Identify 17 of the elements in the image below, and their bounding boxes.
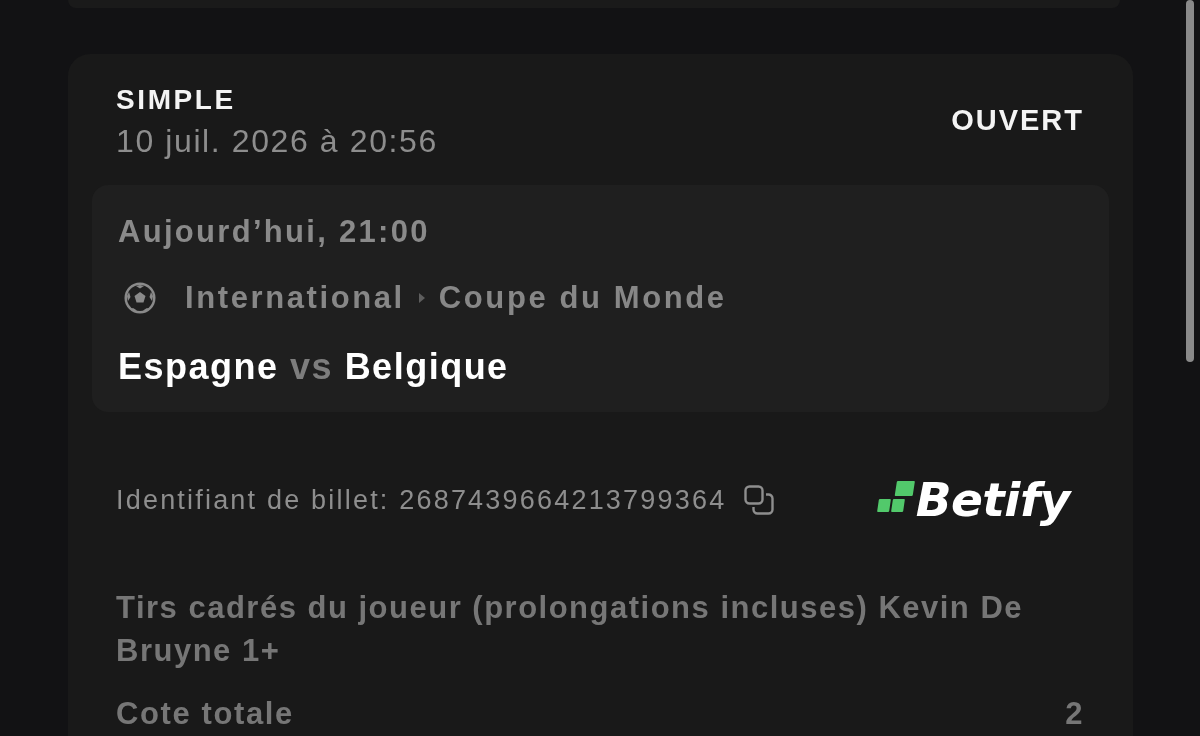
match-teams: Espagne vs Belgique xyxy=(118,345,509,389)
triangle-right-icon xyxy=(418,293,425,303)
odds-label: Cote totale xyxy=(116,695,294,733)
bet-type: SIMPLE xyxy=(116,83,236,117)
bet-selection: Tirs cadrés du joueur (prolongations incluses) Kevin De Bruyne 1+ xyxy=(115,589,1025,670)
brand-name: Betify xyxy=(915,474,1070,526)
competition-label: Coupe du Monde xyxy=(438,279,727,317)
competition-label: International xyxy=(185,279,405,317)
bet-status: OUVERT xyxy=(951,103,1084,138)
bet-date: 10 juil. 2026 à 20:56 xyxy=(116,122,438,161)
soccer-ball-icon xyxy=(123,281,157,315)
copy-icon[interactable] xyxy=(744,485,775,515)
scrollbar-thumb[interactable] xyxy=(1186,0,1194,362)
odds-value: 2 xyxy=(1065,695,1084,733)
event-time: Aujourd’hui, 21:00 xyxy=(118,213,430,251)
ticket-id: Identifiant de billet: 2687439664213799364 xyxy=(116,484,727,516)
logo-mark-icon xyxy=(876,481,915,513)
